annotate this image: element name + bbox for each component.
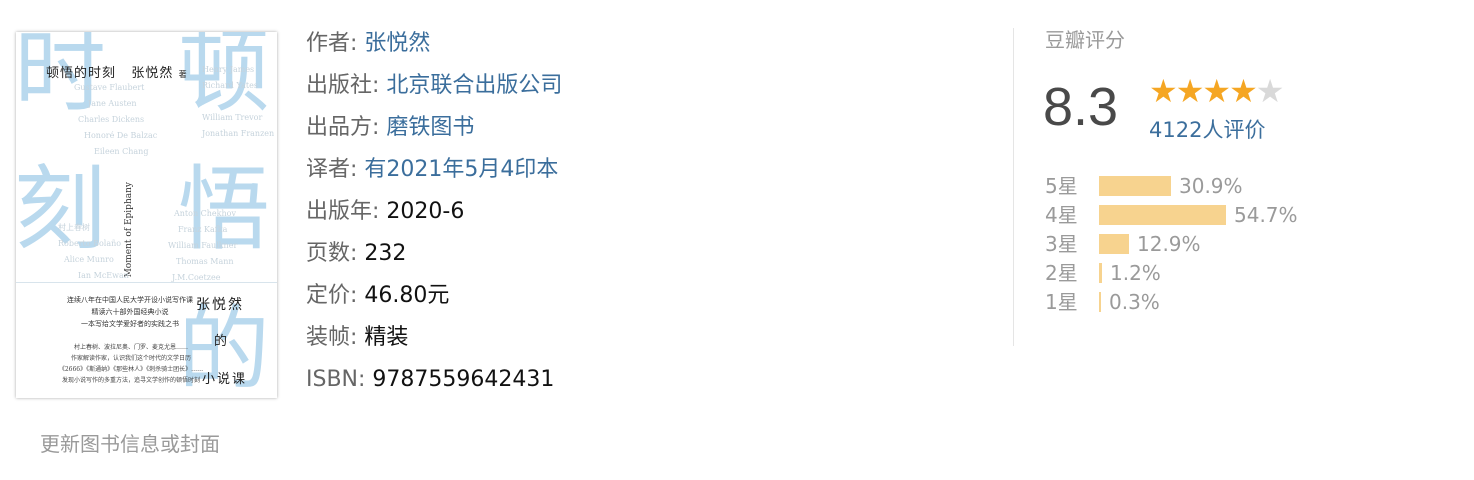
cover-blurb: 连续八年在中国人民大学开设小说写作课 精读六十部外国经典小说 一本写给文学爱好者…	[67, 296, 193, 328]
info-author-row: 作者: 张悦然	[306, 26, 562, 68]
douban-rating-panel: 豆瓣评分 8.3 ★★★★★ 4122人评价 5星 30.9% 4星 54.7% 3…	[1043, 24, 1345, 314]
translator-link[interactable]: 有2021年5月4印本	[364, 157, 558, 182]
info-label: 译者:	[306, 157, 358, 182]
cover-names-right-2: Anton Chekhov Franz Kafka William Faulkn…	[168, 209, 238, 282]
info-binding-row: 装帧: 精装	[306, 320, 562, 362]
star-filled-icon: ★	[1202, 72, 1231, 110]
rating-score: 8.3	[1043, 77, 1119, 137]
rating-row: 4星 54.7%	[1045, 201, 1298, 230]
star-filled-icon: ★	[1229, 72, 1258, 110]
info-value: 232	[364, 241, 407, 266]
rating-bar	[1099, 233, 1129, 254]
info-label: ISBN:	[306, 367, 366, 392]
cover-names-right: Henry James Richard Yates William Trevor…	[202, 65, 275, 138]
rating-row-percent: 12.9%	[1137, 232, 1201, 256]
info-label: 出版社:	[306, 73, 380, 98]
rating-row: 5星 30.9%	[1045, 172, 1298, 201]
info-value: 2020-6	[386, 199, 465, 224]
cover-names-left-2: 村上春树 Roberto Bolaño Alice Munro Ian McEw…	[58, 223, 129, 280]
rating-row-percent: 0.3%	[1109, 290, 1160, 314]
cover-names-left: Gustave Flaubert Jane Austen Charles Dic…	[74, 83, 158, 156]
publisher-link[interactable]: 北京联合出版公司	[386, 73, 562, 98]
book-info: 作者: 张悦然 出版社: 北京联合出版公司 出品方: 磨铁图书 译者: 有202…	[306, 26, 562, 404]
info-label: 页数:	[306, 241, 358, 266]
info-label: 出品方:	[306, 115, 380, 140]
rating-title: 豆瓣评分	[1045, 28, 1125, 52]
rating-votes-link[interactable]: 4122人评价	[1149, 114, 1265, 144]
rating-distribution: 5星 30.9% 4星 54.7% 3星 12.9% 2星 1.2% 1星 0.3%	[1045, 172, 1298, 317]
cover-title: 顿悟的时刻 张悦然 著	[46, 66, 188, 81]
cover-side-de: 的	[214, 334, 228, 349]
star-filled-icon: ★	[1175, 72, 1205, 110]
info-isbn-row: ISBN: 9787559642431	[306, 362, 562, 404]
book-cover-image[interactable]: 时 顿 刻 悟 的 顿悟的时刻 张悦然 著 Gustave Flaubert J…	[16, 32, 277, 398]
info-producer-row: 出品方: 磨铁图书	[306, 110, 562, 152]
star-empty-icon: ★	[1255, 72, 1285, 110]
rating-row-percent: 54.7%	[1234, 203, 1298, 227]
rating-row-percent: 1.2%	[1110, 261, 1161, 285]
info-label: 装帧:	[306, 325, 358, 350]
cover-divider	[16, 282, 277, 283]
info-value: 精装	[364, 325, 409, 350]
info-publisher-row: 出版社: 北京联合出版公司	[306, 68, 562, 110]
rating-row: 3星 12.9%	[1045, 230, 1298, 259]
rating-row: 1星 0.3%	[1045, 288, 1298, 317]
rating-row-label: 3星	[1045, 232, 1078, 256]
rating-bar	[1099, 175, 1171, 196]
cover-side-author: 张悦然	[196, 297, 244, 313]
info-year-row: 出版年: 2020-6	[306, 194, 562, 236]
rating-row: 2星 1.2%	[1045, 259, 1298, 288]
rating-row-label: 2星	[1045, 261, 1078, 285]
rating-bar	[1099, 262, 1102, 283]
rating-stars: ★★★★★	[1149, 72, 1285, 110]
rating-row-percent: 30.9%	[1179, 174, 1243, 198]
producer-link[interactable]: 磨铁图书	[386, 115, 474, 140]
info-label: 定价:	[306, 283, 358, 308]
update-book-info-link[interactable]: 更新图书信息或封面	[40, 428, 220, 457]
rating-row-label: 4星	[1045, 203, 1078, 227]
info-translator-row: 译者: 有2021年5月4印本	[306, 152, 562, 194]
info-price-row: 定价: 46.80元	[306, 278, 562, 320]
info-label: 作者:	[306, 31, 358, 56]
info-value: 9787559642431	[372, 367, 555, 392]
author-link[interactable]: 张悦然	[364, 31, 430, 56]
star-filled-icon: ★	[1149, 72, 1178, 110]
cover-side-course: 小说课	[202, 372, 248, 387]
rating-bar	[1099, 204, 1226, 225]
info-pages-row: 页数: 232	[306, 236, 562, 278]
rating-row-label: 1星	[1045, 290, 1078, 314]
cover-blurb-2: 村上春树、波拉尼奥、门罗、麦克尤恩…… 作家解读作家，认识我们这个时代的文学日历…	[58, 344, 204, 384]
rating-bar	[1099, 291, 1101, 312]
info-value: 46.80元	[364, 283, 450, 308]
rating-row-label: 5星	[1045, 174, 1078, 198]
vertical-divider	[1013, 28, 1014, 346]
info-label: 出版年:	[306, 199, 380, 224]
